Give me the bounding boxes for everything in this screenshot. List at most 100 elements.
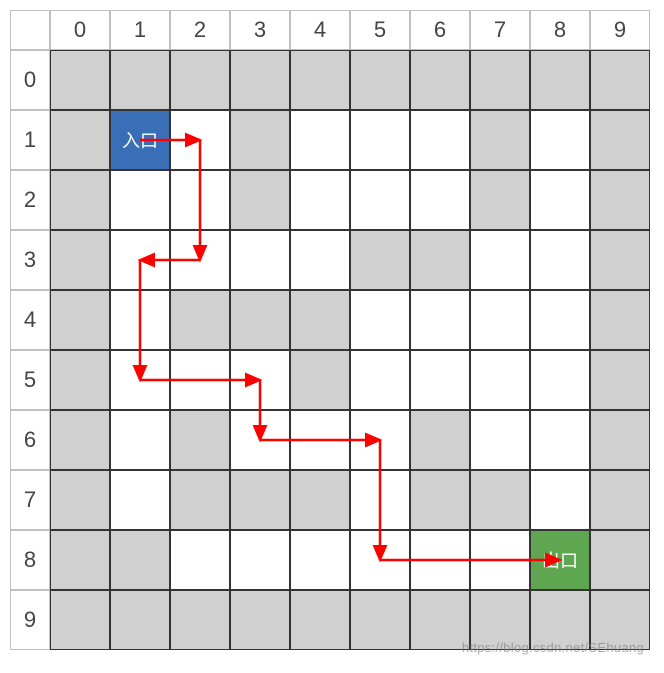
cell-7-7 — [470, 470, 530, 530]
cell-7-4 — [290, 470, 350, 530]
cell-2-1 — [110, 170, 170, 230]
row-header-1: 1 — [10, 110, 50, 170]
cell-4-2 — [170, 290, 230, 350]
cell-1-6 — [410, 110, 470, 170]
cell-1-7 — [470, 110, 530, 170]
row-header-8: 8 — [10, 530, 50, 590]
cell-4-3 — [230, 290, 290, 350]
cell-9-1 — [110, 590, 170, 650]
row-header-5: 5 — [10, 350, 50, 410]
cell-9-6 — [410, 590, 470, 650]
cell-9-4 — [290, 590, 350, 650]
cell-4-5 — [350, 290, 410, 350]
cell-3-6 — [410, 230, 470, 290]
maze-grid: 012345678901入口2345678出口9 — [10, 10, 654, 650]
cell-6-3 — [230, 410, 290, 470]
cell-6-1 — [110, 410, 170, 470]
cell-7-8 — [530, 470, 590, 530]
cell-2-4 — [290, 170, 350, 230]
cell-4-6 — [410, 290, 470, 350]
cell-8-7 — [470, 530, 530, 590]
col-header-8: 8 — [530, 10, 590, 50]
cell-9-2 — [170, 590, 230, 650]
cell-4-7 — [470, 290, 530, 350]
cell-2-0 — [50, 170, 110, 230]
cell-5-3 — [230, 350, 290, 410]
cell-9-9 — [590, 590, 650, 650]
cell-1-4 — [290, 110, 350, 170]
cell-2-9 — [590, 170, 650, 230]
cell-7-9 — [590, 470, 650, 530]
cell-6-5 — [350, 410, 410, 470]
cell-3-4 — [290, 230, 350, 290]
cell-7-1 — [110, 470, 170, 530]
cell-0-5 — [350, 50, 410, 110]
cell-6-8 — [530, 410, 590, 470]
cell-5-6 — [410, 350, 470, 410]
cell-9-7 — [470, 590, 530, 650]
cell-7-2 — [170, 470, 230, 530]
cell-3-5 — [350, 230, 410, 290]
cell-8-2 — [170, 530, 230, 590]
cell-2-8 — [530, 170, 590, 230]
cell-3-2 — [170, 230, 230, 290]
col-header-0: 0 — [50, 10, 110, 50]
cell-9-3 — [230, 590, 290, 650]
cell-3-7 — [470, 230, 530, 290]
cell-9-5 — [350, 590, 410, 650]
col-header-5: 5 — [350, 10, 410, 50]
cell-5-4 — [290, 350, 350, 410]
cell-0-0 — [50, 50, 110, 110]
col-header-6: 6 — [410, 10, 470, 50]
cell-3-0 — [50, 230, 110, 290]
cell-6-4 — [290, 410, 350, 470]
grid-corner — [10, 10, 50, 50]
exit-cell: 出口 — [530, 530, 590, 590]
cell-4-1 — [110, 290, 170, 350]
cell-9-8 — [530, 590, 590, 650]
cell-2-5 — [350, 170, 410, 230]
cell-6-6 — [410, 410, 470, 470]
row-header-4: 4 — [10, 290, 50, 350]
cell-8-0 — [50, 530, 110, 590]
cell-7-5 — [350, 470, 410, 530]
cell-6-2 — [170, 410, 230, 470]
cell-1-2 — [170, 110, 230, 170]
cell-3-1 — [110, 230, 170, 290]
row-header-9: 9 — [10, 590, 50, 650]
cell-0-7 — [470, 50, 530, 110]
cell-5-1 — [110, 350, 170, 410]
cell-8-3 — [230, 530, 290, 590]
cell-4-8 — [530, 290, 590, 350]
cell-3-9 — [590, 230, 650, 290]
cell-1-5 — [350, 110, 410, 170]
maze-container: 012345678901入口2345678出口9 — [10, 10, 654, 650]
cell-2-6 — [410, 170, 470, 230]
entrance-cell: 入口 — [110, 110, 170, 170]
cell-0-8 — [530, 50, 590, 110]
cell-0-4 — [290, 50, 350, 110]
cell-1-9 — [590, 110, 650, 170]
cell-4-0 — [50, 290, 110, 350]
col-header-7: 7 — [470, 10, 530, 50]
cell-4-9 — [590, 290, 650, 350]
cell-0-1 — [110, 50, 170, 110]
cell-7-0 — [50, 470, 110, 530]
col-header-3: 3 — [230, 10, 290, 50]
cell-5-7 — [470, 350, 530, 410]
cell-6-0 — [50, 410, 110, 470]
cell-8-1 — [110, 530, 170, 590]
cell-9-0 — [50, 590, 110, 650]
cell-3-8 — [530, 230, 590, 290]
cell-3-3 — [230, 230, 290, 290]
cell-2-2 — [170, 170, 230, 230]
row-header-0: 0 — [10, 50, 50, 110]
cell-8-9 — [590, 530, 650, 590]
cell-1-0 — [50, 110, 110, 170]
cell-8-5 — [350, 530, 410, 590]
cell-0-6 — [410, 50, 470, 110]
cell-2-3 — [230, 170, 290, 230]
col-header-4: 4 — [290, 10, 350, 50]
col-header-1: 1 — [110, 10, 170, 50]
row-header-3: 3 — [10, 230, 50, 290]
